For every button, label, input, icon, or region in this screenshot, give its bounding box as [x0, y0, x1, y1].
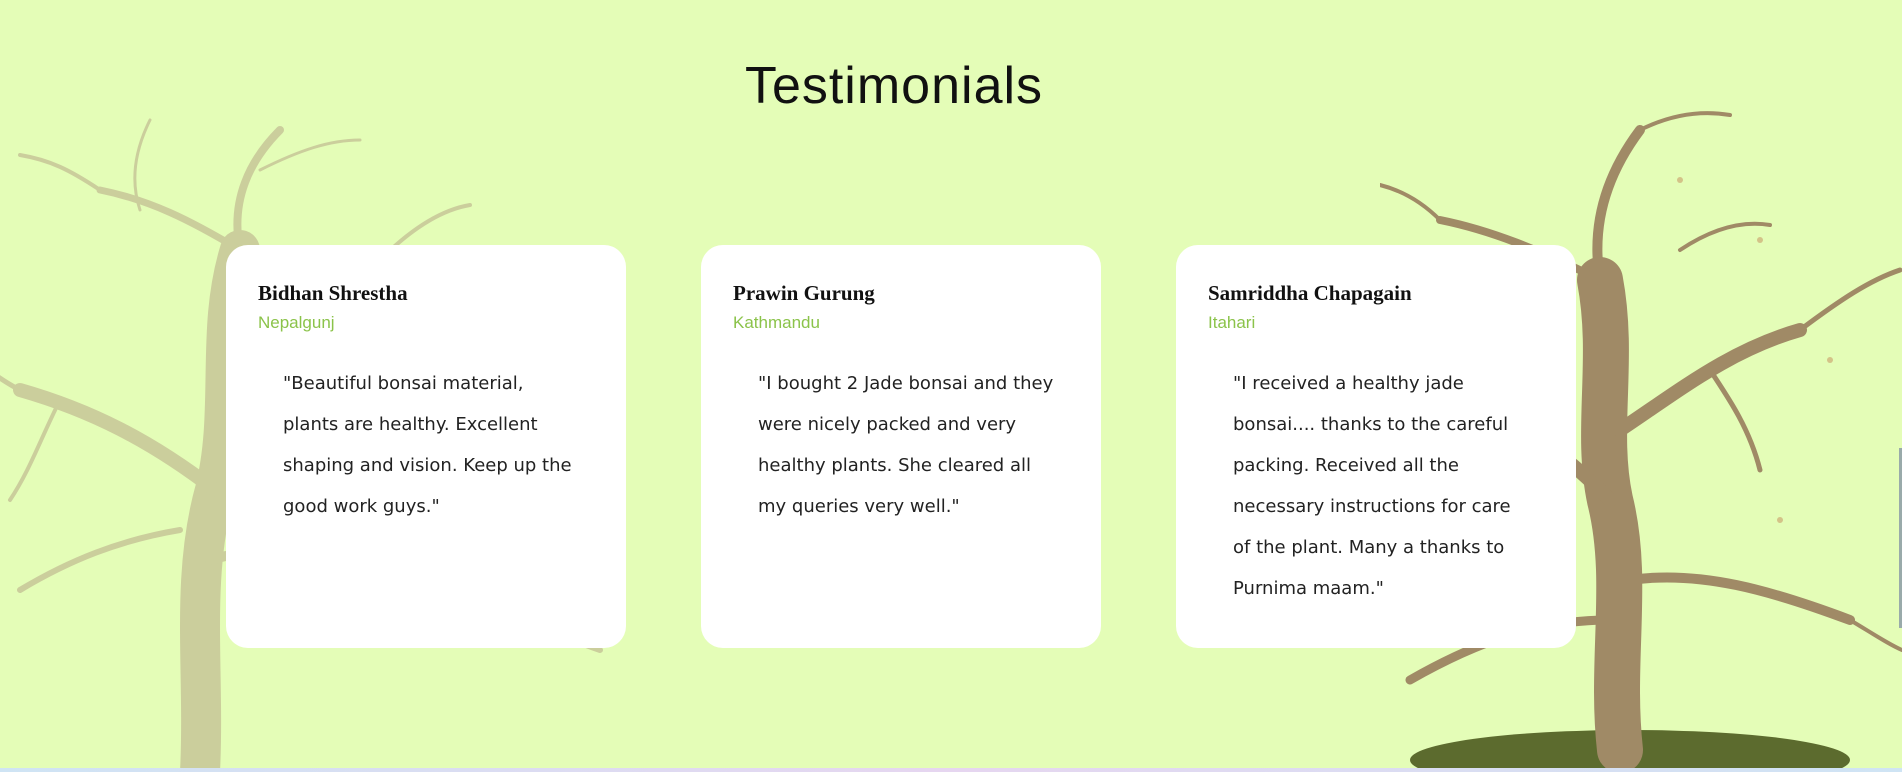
- reviewer-location: Itahari: [1208, 313, 1256, 333]
- testimonial-quote: "I bought 2 Jade bonsai and they were ni…: [758, 373, 1054, 518]
- testimonials-section: Testimonials Bidhan Shrestha Nepalgunj "…: [0, 0, 1902, 772]
- testimonial-quote: "I received a healthy jade bonsai.... th…: [1233, 373, 1511, 600]
- reviewer-name: Bidhan Shrestha: [258, 281, 408, 305]
- testimonial-card: Prawin Gurung Kathmandu "I bought 2 Jade…: [701, 245, 1101, 648]
- reviewer-location: Nepalgunj: [258, 313, 335, 333]
- page-bottom-border: [0, 768, 1902, 772]
- reviewer-name: Samriddha Chapagain: [1208, 281, 1412, 305]
- reviewer-name: Prawin Gurung: [733, 281, 875, 305]
- page-scrollbar[interactable]: [1896, 0, 1902, 772]
- testimonial-card: Samriddha Chapagain Itahari "I received …: [1176, 245, 1576, 648]
- reviewer-location: Kathmandu: [733, 313, 820, 333]
- testimonial-quote: "Beautiful bonsai material, plants are h…: [283, 373, 572, 518]
- testimonial-card: Bidhan Shrestha Nepalgunj "Beautiful bon…: [226, 245, 626, 648]
- section-title: Testimonials: [744, 57, 1044, 115]
